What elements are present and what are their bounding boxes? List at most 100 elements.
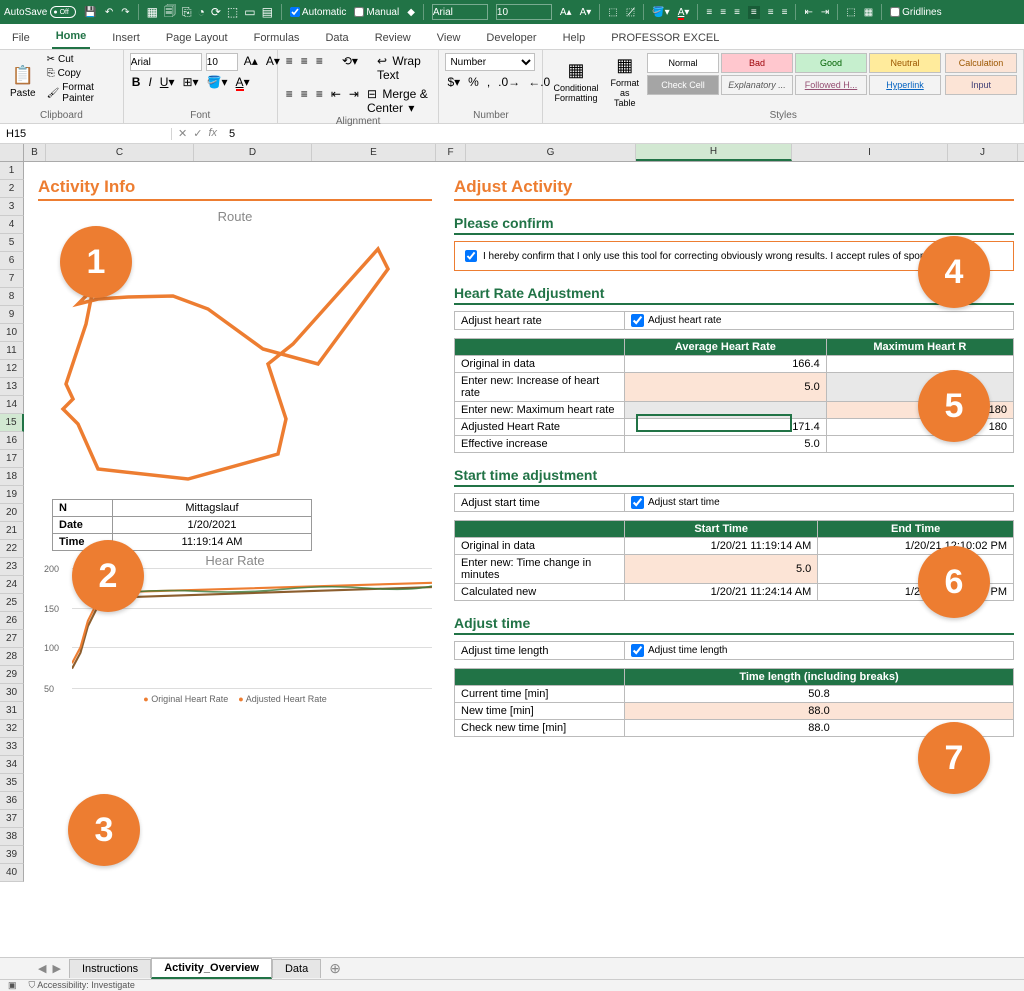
redo-icon[interactable]: ↷ [121, 7, 129, 18]
sheet-tab-activity-overview[interactable]: Activity_Overview [151, 958, 272, 979]
row-header-16[interactable]: 16 [0, 432, 24, 450]
autosave-toggle[interactable]: AutoSave ●Off [4, 6, 76, 18]
qat-icon[interactable]: ⎘ [182, 5, 192, 20]
qat-icon[interactable]: ◆ [407, 7, 415, 18]
row-header-28[interactable]: 28 [0, 648, 24, 666]
gridlines-checkbox[interactable]: Gridlines [890, 7, 941, 18]
qat-icon[interactable]: ⟳ [211, 5, 221, 19]
row-header-24[interactable]: 24 [0, 576, 24, 594]
enter-formula-icon[interactable]: ✓ [193, 127, 202, 140]
align-middle-icon[interactable]: ≡ [299, 53, 310, 83]
col-header-F[interactable]: F [436, 144, 466, 161]
align-left-icon[interactable]: ≡ [284, 86, 295, 116]
row-header-2[interactable]: 2 [0, 180, 24, 198]
name-box[interactable]: H15 [0, 128, 172, 140]
conditional-formatting-button[interactable]: ▦Conditional Formatting [549, 53, 602, 110]
col-header-I[interactable]: I [792, 144, 948, 161]
style-neutral[interactable]: Neutral [869, 53, 941, 73]
row-header-20[interactable]: 20 [0, 504, 24, 522]
tab-developer[interactable]: Developer [482, 27, 540, 49]
tab-professor-excel[interactable]: PROFESSOR EXCEL [607, 27, 723, 49]
accounting-format-icon[interactable]: $▾ [445, 74, 462, 90]
tab-data[interactable]: Data [321, 27, 352, 49]
align-bottom-icon[interactable]: ≡ [782, 7, 788, 18]
row-header-27[interactable]: 27 [0, 630, 24, 648]
row-header-25[interactable]: 25 [0, 594, 24, 612]
row-header-18[interactable]: 18 [0, 468, 24, 486]
cancel-formula-icon[interactable]: ✕ [178, 127, 187, 140]
font-color-button[interactable]: A▾ [234, 74, 252, 90]
row-header-35[interactable]: 35 [0, 774, 24, 792]
hr-increase-input[interactable]: 5.0 [625, 373, 827, 402]
style-normal[interactable]: Normal [647, 53, 719, 73]
align-center-icon[interactable]: ≡ [720, 7, 726, 18]
number-format-select[interactable]: Number [445, 53, 535, 71]
adjust-hr-checkbox[interactable] [631, 314, 644, 327]
new-sheet-button[interactable]: ⊕ [321, 960, 349, 977]
col-header-E[interactable]: E [312, 144, 436, 161]
sheet-tab-data[interactable]: Data [272, 959, 321, 978]
undo-icon[interactable]: ↶ [105, 7, 113, 18]
tab-help[interactable]: Help [559, 27, 590, 49]
row-header-13[interactable]: 13 [0, 378, 24, 396]
row-header-22[interactable]: 22 [0, 540, 24, 558]
row-header-34[interactable]: 34 [0, 756, 24, 774]
save-icon[interactable]: 💾 [84, 7, 96, 18]
row-header-4[interactable]: 4 [0, 216, 24, 234]
row-header-32[interactable]: 32 [0, 720, 24, 738]
indent-decrease-icon[interactable]: ⇤ [804, 7, 812, 18]
style-calculation[interactable]: Calculation [945, 53, 1017, 73]
font-name-select[interactable] [130, 53, 202, 71]
qat-icon[interactable]: ⬚ [608, 7, 617, 18]
align-right-icon[interactable]: ≡ [734, 7, 740, 18]
qat-icon[interactable]: ⬚ [227, 5, 238, 19]
qat-icon[interactable]: ⬚̸ [626, 7, 635, 18]
fill-color-button[interactable]: 🪣▾ [205, 74, 230, 90]
record-macro-icon[interactable]: ▣ [8, 980, 17, 991]
qat-icon[interactable]: ▦ [147, 5, 158, 19]
align-left-icon[interactable]: ≡ [706, 7, 712, 18]
sheet-tab-instructions[interactable]: Instructions [69, 959, 151, 978]
style-bad[interactable]: Bad [721, 53, 793, 73]
row-header-19[interactable]: 19 [0, 486, 24, 504]
border-button[interactable]: ⊞▾ [181, 74, 201, 90]
orientation-icon[interactable]: ⟲▾ [340, 53, 360, 83]
row-header-39[interactable]: 39 [0, 846, 24, 864]
titlebar-font-name[interactable] [432, 4, 488, 20]
row-header-9[interactable]: 9 [0, 306, 24, 324]
row-header-1[interactable]: 1 [0, 162, 24, 180]
row-header-38[interactable]: 38 [0, 828, 24, 846]
accessibility-status[interactable]: ⛉ Accessibility: Investigate [29, 980, 135, 991]
align-middle-icon[interactable]: ≡ [768, 7, 774, 18]
row-header-3[interactable]: 3 [0, 198, 24, 216]
font-increase-icon[interactable]: A▴ [560, 7, 572, 18]
row-header-12[interactable]: 12 [0, 360, 24, 378]
underline-button[interactable]: U▾ [158, 74, 177, 90]
indent-increase-icon[interactable]: ⇥ [347, 86, 361, 116]
manual-checkbox[interactable]: Manual [354, 7, 399, 18]
row-header-21[interactable]: 21 [0, 522, 24, 540]
wrap-text-button[interactable]: ↩ Wrap Text [375, 53, 433, 83]
automatic-checkbox[interactable]: Automatic [290, 7, 346, 18]
increase-decimal-icon[interactable]: .0→ [496, 74, 522, 90]
tab-insert[interactable]: Insert [108, 27, 144, 49]
qat-icon[interactable]: ▭ [244, 5, 255, 19]
font-size-select[interactable] [206, 53, 238, 71]
row-header-31[interactable]: 31 [0, 702, 24, 720]
time-change-input[interactable]: 5.0 [625, 555, 818, 584]
tab-file[interactable]: File [8, 27, 34, 49]
adjust-time-checkbox[interactable] [631, 644, 644, 657]
paste-button[interactable]: 📋Paste [6, 53, 40, 110]
tab-review[interactable]: Review [371, 27, 415, 49]
indent-decrease-icon[interactable]: ⇤ [329, 86, 343, 116]
adjust-start-checkbox[interactable] [631, 496, 644, 509]
col-header-J[interactable]: J [948, 144, 1018, 161]
qat-icon[interactable]: 🗐 [164, 2, 176, 23]
row-header-5[interactable]: 5 [0, 234, 24, 252]
font-decrease-icon[interactable]: A▾ [580, 7, 592, 18]
style-check-cell[interactable]: Check Cell [647, 75, 719, 95]
style-hyperlink[interactable]: Hyperlink [869, 75, 941, 95]
font-increase-icon[interactable]: A▴ [242, 53, 260, 71]
row-header-17[interactable]: 17 [0, 450, 24, 468]
row-header-37[interactable]: 37 [0, 810, 24, 828]
